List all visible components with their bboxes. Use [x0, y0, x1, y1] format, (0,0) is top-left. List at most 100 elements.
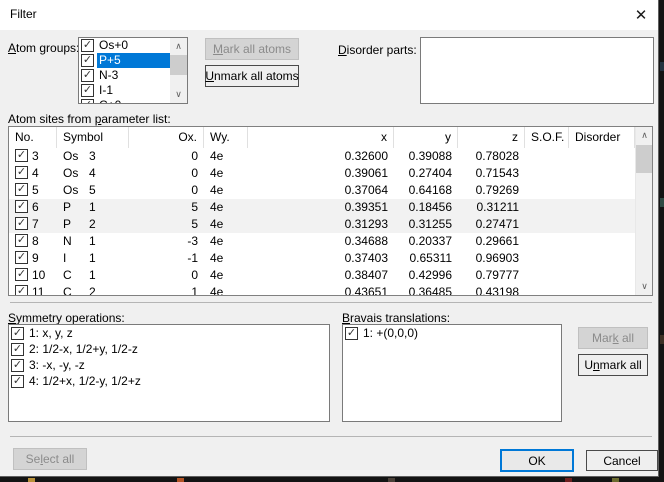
table-cell: -3	[129, 233, 204, 250]
table-row[interactable]: ✓11C214e0.436510.364850.43198	[9, 284, 635, 295]
table-row[interactable]: ✓3Os304e0.326000.390880.78028	[9, 148, 635, 165]
cancel-button[interactable]: Cancel	[586, 450, 658, 471]
scroll-down-icon[interactable]: ∨	[170, 86, 187, 103]
table-row[interactable]: ✓6P154e0.393510.184560.31211	[9, 199, 635, 216]
list-item-label: C+0	[97, 98, 170, 103]
checkbox-icon[interactable]: ✓	[81, 39, 94, 52]
checkbox-icon[interactable]: ✓	[11, 327, 24, 340]
table-row[interactable]: ✓8N1-34e0.346880.203370.29661	[9, 233, 635, 250]
table-scrollbar[interactable]: ∧ ∨	[635, 127, 652, 295]
table-cell	[525, 182, 569, 199]
table-cell: 0	[129, 182, 204, 199]
list-item[interactable]: ✓Os+0	[79, 38, 170, 53]
table-cell: 0.34688	[248, 233, 394, 250]
list-item[interactable]: ✓1: +(0,0,0)	[343, 325, 561, 341]
separator	[10, 436, 652, 437]
row-no-cell: ✓9	[9, 250, 57, 267]
ok-button[interactable]: OK	[500, 449, 574, 472]
table-cell: 0.96903	[458, 250, 525, 267]
atom-groups-label: Atom groups:	[8, 41, 79, 55]
list-item[interactable]: ✓I-1	[79, 83, 170, 98]
checkbox-icon[interactable]: ✓	[15, 251, 28, 264]
table-row[interactable]: ✓5Os504e0.370640.641680.79269	[9, 182, 635, 199]
dialog-title: Filter	[10, 7, 37, 21]
atom-sites-table[interactable]: No.SymbolOx.Wy.xyzS.O.F.Disorder ✓3Os304…	[8, 126, 653, 296]
table-cell: 0.71543	[458, 165, 525, 182]
checkbox-icon[interactable]: ✓	[15, 234, 28, 247]
table-cell: 0.31255	[394, 216, 458, 233]
table-cell: 0.20337	[394, 233, 458, 250]
table-row[interactable]: ✓10C104e0.384070.429960.79777	[9, 267, 635, 284]
column-header: Disorder	[569, 127, 635, 148]
atom-groups-scrollbar[interactable]: ∧ ∨	[170, 38, 187, 103]
scroll-up-icon[interactable]: ∧	[170, 38, 187, 55]
table-cell	[569, 199, 635, 216]
checkbox-icon[interactable]: ✓	[11, 359, 24, 372]
mark-all-atoms-button: Mark all atoms	[205, 38, 299, 60]
checkbox-icon[interactable]: ✓	[15, 285, 28, 295]
list-item-label: 1: x, y, z	[27, 325, 329, 341]
symbol-cell: I1	[57, 250, 129, 267]
scroll-up-icon[interactable]: ∧	[636, 127, 653, 144]
atom-sites-label: Atom sites from parameter list:	[8, 112, 171, 126]
row-no-cell: ✓3	[9, 148, 57, 165]
scrollbar-thumb[interactable]	[636, 145, 653, 173]
checkbox-icon[interactable]: ✓	[15, 166, 28, 179]
table-cell: 0.42996	[394, 267, 458, 284]
table-cell	[569, 267, 635, 284]
list-item[interactable]: ✓3: -x, -y, -z	[9, 357, 329, 373]
list-item[interactable]: ✓P+5	[79, 53, 170, 68]
table-cell	[525, 267, 569, 284]
table-cell: 0.79269	[458, 182, 525, 199]
symbol-cell: N1	[57, 233, 129, 250]
symmetry-items: ✓1: x, y, z✓2: 1/2-x, 1/2+y, 1/2-z✓3: -x…	[9, 325, 329, 421]
disorder-parts-listbox[interactable]	[420, 37, 654, 104]
list-item-label: P+5	[97, 53, 170, 68]
checkbox-icon[interactable]: ✓	[15, 183, 28, 196]
scroll-down-icon[interactable]: ∨	[636, 278, 653, 295]
unmark-all-atoms-button[interactable]: Unmark all atoms	[205, 65, 299, 87]
checkbox-icon[interactable]: ✓	[81, 99, 94, 103]
checkbox-icon[interactable]: ✓	[81, 69, 94, 82]
table-cell: 0	[129, 267, 204, 284]
list-item[interactable]: ✓4: 1/2+x, 1/2-y, 1/2+z	[9, 373, 329, 389]
table-row[interactable]: ✓9I1-14e0.374030.653110.96903	[9, 250, 635, 267]
table-cell: 0.38407	[248, 267, 394, 284]
bravais-translations-listbox[interactable]: ✓1: +(0,0,0)	[342, 324, 562, 422]
list-item-label: I-1	[97, 83, 170, 98]
bravais-items: ✓1: +(0,0,0)	[343, 325, 561, 421]
table-cell	[525, 148, 569, 165]
checkbox-icon[interactable]: ✓	[15, 217, 28, 230]
table-row[interactable]: ✓4Os404e0.390610.274040.71543	[9, 165, 635, 182]
row-no-cell: ✓10	[9, 267, 57, 284]
list-item[interactable]: ✓2: 1/2-x, 1/2+y, 1/2-z	[9, 341, 329, 357]
checkbox-icon[interactable]: ✓	[81, 84, 94, 97]
symbol-cell: Os4	[57, 165, 129, 182]
checkbox-icon[interactable]: ✓	[11, 375, 24, 388]
close-icon[interactable]: ✕	[624, 0, 658, 30]
symmetry-operations-listbox[interactable]: ✓1: x, y, z✓2: 1/2-x, 1/2+y, 1/2-z✓3: -x…	[8, 324, 330, 422]
table-cell: 0.27471	[458, 216, 525, 233]
row-no-cell: ✓11	[9, 284, 57, 295]
table-cell: 0.32600	[248, 148, 394, 165]
list-item[interactable]: ✓1: x, y, z	[9, 325, 329, 341]
list-item[interactable]: ✓C+0	[79, 98, 170, 103]
table-cell: 0	[129, 165, 204, 182]
scrollbar-thumb[interactable]	[170, 55, 187, 75]
checkbox-icon[interactable]: ✓	[81, 54, 94, 67]
checkbox-icon[interactable]: ✓	[15, 149, 28, 162]
checkbox-icon[interactable]: ✓	[15, 268, 28, 281]
table-cell: 0.31293	[248, 216, 394, 233]
checkbox-icon[interactable]: ✓	[345, 327, 358, 340]
row-no-cell: ✓7	[9, 216, 57, 233]
mark-all-button: Mark all	[578, 327, 648, 349]
checkbox-icon[interactable]: ✓	[15, 200, 28, 213]
table-cell: 0.18456	[394, 199, 458, 216]
table-row[interactable]: ✓7P254e0.312930.312550.27471	[9, 216, 635, 233]
checkbox-icon[interactable]: ✓	[11, 343, 24, 356]
list-item[interactable]: ✓N-3	[79, 68, 170, 83]
atom-groups-listbox[interactable]: ✓Os+0✓P+5✓N-3✓I-1✓C+0 ∧ ∨	[78, 37, 188, 104]
unmark-all-button[interactable]: Unmark all	[578, 354, 648, 376]
row-no-cell: ✓5	[9, 182, 57, 199]
table-cell: 0.31211	[458, 199, 525, 216]
